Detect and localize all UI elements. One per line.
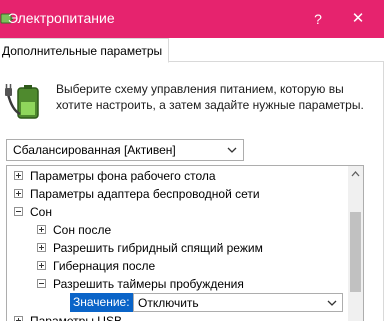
expand-plus-icon[interactable]	[14, 316, 23, 321]
tab-strip: Дополнительные параметры	[0, 38, 384, 63]
tree-item-label: Параметры фона рабочего стола	[30, 169, 216, 183]
window-titlebar: Электропитание ? ✕	[0, 0, 384, 38]
expand-plus-icon[interactable]	[14, 171, 23, 180]
tree-item[interactable]: Параметры адаптера беспроводной сети	[7, 185, 347, 203]
scroll-up-icon[interactable]	[348, 166, 363, 182]
expand-plus-icon[interactable]	[37, 261, 46, 270]
tree-item[interactable]: Гибернация после	[7, 257, 347, 275]
close-button[interactable]: ✕	[346, 9, 370, 29]
power-scheme-selected: Сбалансированная [Активен]	[13, 143, 176, 157]
tree-item-label: Разрешить гибридный спящий режим	[53, 241, 263, 255]
tree-item-label: Разрешить таймеры пробуждения	[53, 277, 244, 291]
window-title: Электропитание	[8, 10, 115, 26]
setting-value-row: Значение: Отключить	[70, 293, 343, 312]
chevron-down-icon	[327, 297, 337, 309]
expand-plus-icon[interactable]	[14, 189, 23, 198]
tree-item[interactable]: Разрешить гибридный спящий режим	[7, 239, 347, 257]
value-selected: Отключить	[138, 296, 199, 310]
power-scheme-dropdown[interactable]: Сбалансированная [Активен]	[6, 139, 244, 161]
expand-plus-icon[interactable]	[37, 225, 46, 234]
tree-item[interactable]: Сон после	[7, 221, 347, 239]
collapse-minus-icon[interactable]	[37, 279, 46, 288]
tree-item[interactable]: Параметры USB	[7, 312, 347, 321]
value-dropdown[interactable]: Отключить	[133, 293, 343, 312]
vertical-scrollbar[interactable]	[348, 166, 363, 321]
tree-item-label: Параметры адаптера беспроводной сети	[30, 187, 260, 201]
tree-item-label: Сон	[30, 205, 52, 219]
tab-advanced-settings[interactable]: Дополнительные параметры	[0, 38, 170, 63]
instruction-text: Выберите схему управления питанием, кото…	[56, 82, 364, 112]
tree-item-sleep[interactable]: Сон	[7, 203, 347, 221]
tree-item-wake-timers[interactable]: Разрешить таймеры пробуждения	[7, 275, 347, 293]
battery-plug-icon	[4, 80, 46, 122]
tree-item-label: Параметры USB	[30, 314, 122, 321]
chevron-down-icon	[227, 143, 237, 157]
expand-plus-icon[interactable]	[37, 243, 46, 252]
settings-tree[interactable]: Параметры фона рабочего стола Параметры …	[6, 165, 364, 321]
tree-item-label: Сон после	[53, 223, 112, 237]
tree-item-label: Гибернация после	[53, 259, 156, 273]
scrollbar-thumb[interactable]	[350, 212, 361, 292]
help-button[interactable]: ?	[306, 9, 330, 29]
value-label: Значение:	[70, 293, 133, 312]
collapse-minus-icon[interactable]	[14, 207, 23, 216]
tree-item[interactable]: Параметры фона рабочего стола	[7, 167, 347, 185]
